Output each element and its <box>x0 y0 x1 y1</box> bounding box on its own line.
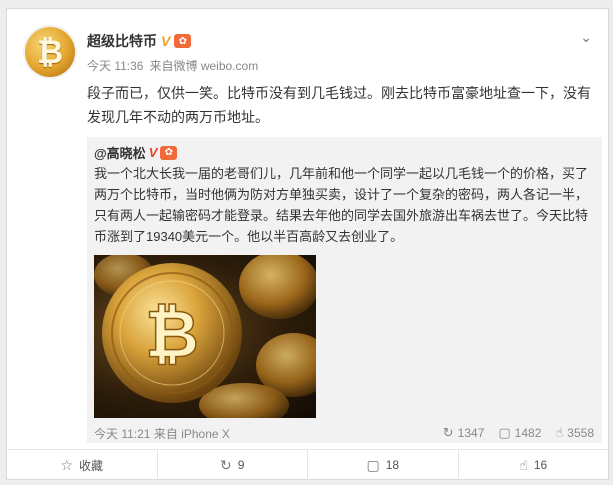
quoted-stats: ↻ 1347 ▢ 1482 ☝ 3558 <box>443 425 594 441</box>
post-time[interactable]: 今天 11:36 <box>87 57 143 74</box>
like-count: 16 <box>533 458 548 472</box>
quoted-like-button[interactable]: ☝ 3558 <box>555 425 594 441</box>
repost-button[interactable]: ↻ 9 <box>158 450 308 480</box>
quoted-time[interactable]: 今天 11:21 <box>94 427 150 441</box>
post-text: 段子而已，仅供一笑。比特币没有到几毛钱过。刚去比特币富豪地址查一下，没有发现几年… <box>87 85 591 125</box>
star-icon: ☆ <box>60 456 74 473</box>
repost-icon: ↻ <box>220 456 232 473</box>
quoted-source-prefix: 来自 <box>153 427 178 441</box>
quoted-text: 我一个北大长我一届的老哥们儿，几年前和他一个同学一起以几毛钱一个的价格，买了两万… <box>94 166 589 244</box>
comment-count: 18 <box>385 458 400 472</box>
action-bar: ☆ 收藏 ↻ 9 ▢ 18 ☝ 16 <box>7 449 608 480</box>
favorite-button[interactable]: ☆ 收藏 <box>7 450 158 480</box>
source-prefix: 来自 <box>149 59 174 73</box>
comment-button[interactable]: ▢ 18 <box>308 450 459 480</box>
author-row: 超级比特币 V ✿ <box>87 31 192 51</box>
comment-icon: ▢ <box>498 425 511 440</box>
bitcoin-coins-illustration: ₿ <box>94 255 316 418</box>
post-source[interactable]: 微博 weibo.com <box>174 59 259 73</box>
quoted-repost-count: 1347 <box>457 426 485 440</box>
weibo-post-card: ₿ 超级比特币 V ✿ ⌄ 今天 11:36 来自微博 weibo.com 段子… <box>6 8 609 480</box>
member-level-icon: ✿ <box>174 34 192 48</box>
repost-count: 9 <box>237 458 245 472</box>
chevron-down-icon[interactable]: ⌄ <box>580 29 592 46</box>
repost-icon: ↻ <box>442 425 454 440</box>
author-name[interactable]: 超级比特币 <box>87 31 157 51</box>
quoted-repost-button[interactable]: ↻ 1347 <box>443 425 485 441</box>
quoted-comment-count: 1482 <box>514 426 542 440</box>
bitcoin-coins-image[interactable]: ₿ <box>94 255 316 418</box>
post-meta: 今天 11:36 来自微博 weibo.com <box>87 57 258 74</box>
quoted-author-row: @高晓松 V ✿ <box>94 143 178 162</box>
like-button[interactable]: ☝ 16 <box>459 450 609 480</box>
verified-badge-icon: V <box>161 33 171 49</box>
quoted-comment-button[interactable]: ▢ 1482 <box>498 425 541 441</box>
quoted-verified-badge-icon: V <box>148 145 158 160</box>
thumbs-up-icon: ☝ <box>555 425 564 440</box>
quoted-member-level-icon: ✿ <box>160 145 178 160</box>
quoted-like-count: 3558 <box>567 426 594 440</box>
quoted-author-name[interactable]: @高晓松 <box>94 143 146 162</box>
svg-text:₿: ₿ <box>145 296 199 373</box>
avatar[interactable]: ₿ <box>25 27 75 77</box>
thumbs-up-icon: ☝ <box>519 456 528 473</box>
quoted-post: @高晓松 V ✿ 我一个北大长我一届的老哥们儿，几年前和他一个同学一起以几毛钱一… <box>87 137 602 443</box>
quoted-source: iPhone X <box>181 427 230 441</box>
comment-icon: ▢ <box>366 456 380 473</box>
favorite-label: 收藏 <box>79 458 104 473</box>
quoted-footer: 今天 11:21 来自 iPhone X ↻ 1347 ▢ 1482 ☝ 355… <box>94 425 594 441</box>
bitcoin-logo-icon: ₿ <box>36 34 64 70</box>
